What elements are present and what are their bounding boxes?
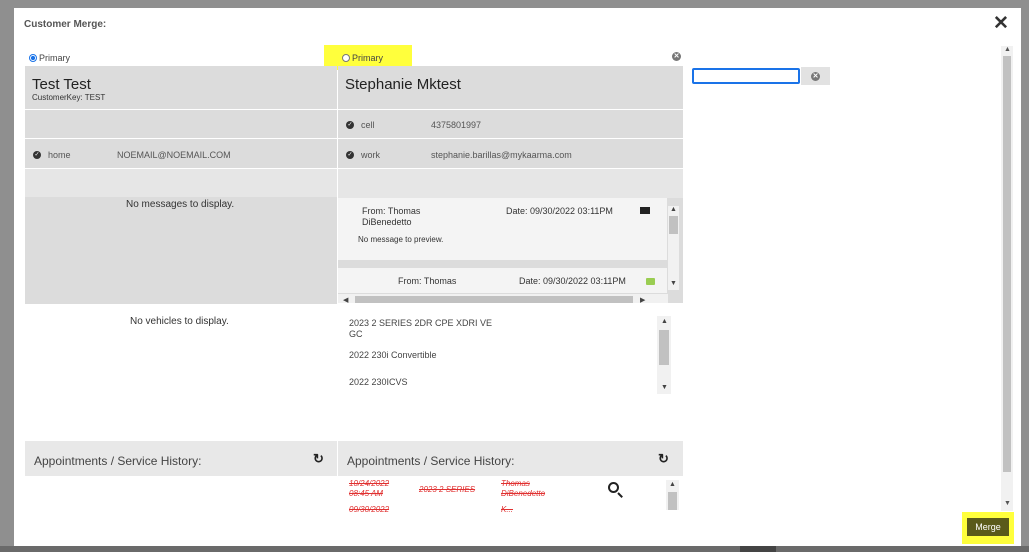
appointment-vehicle: 2023 2 SERIES bbox=[419, 485, 476, 494]
scroll-up-arrow-icon[interactable]: ▲ bbox=[669, 481, 676, 488]
right-customer-name: Stephanie Mktest bbox=[345, 76, 461, 93]
scroll-up-arrow-icon[interactable]: ▲ bbox=[670, 206, 677, 213]
contact-value: 4375801997 bbox=[431, 120, 482, 130]
left-appointments-header: Appointments / Service History: ↻ bbox=[25, 441, 337, 476]
radio-checked-icon[interactable] bbox=[29, 54, 37, 62]
right-messages-panel[interactable]: From: Thomas DiBenedetto Date: 09/30/202… bbox=[338, 198, 683, 303]
left-name-cell: Test Test CustomerKey: TEST bbox=[25, 66, 337, 109]
modal-title: Customer Merge: bbox=[24, 19, 107, 30]
refresh-icon[interactable]: ↻ bbox=[313, 451, 324, 467]
right-primary-label: Primary bbox=[352, 53, 383, 63]
appointments-title: Appointments / Service History: bbox=[34, 454, 202, 468]
contact-value: stephanie.barillas@mykaarma.com bbox=[431, 150, 572, 160]
scroll-down-arrow-icon[interactable]: ▼ bbox=[1004, 500, 1011, 507]
scroll-thumb[interactable] bbox=[668, 492, 677, 510]
check-icon: ✓ bbox=[33, 151, 41, 159]
appointment-date: 10/24/2022 08:45 AM bbox=[349, 479, 390, 498]
appointment-advisor: Thomas DiBenedetto bbox=[501, 479, 546, 498]
scroll-thumb[interactable] bbox=[355, 296, 633, 303]
modal-scrollbar[interactable]: ▲ ▼ bbox=[1001, 46, 1013, 511]
right-messages-header bbox=[338, 169, 683, 198]
customer-merge-modal: Customer Merge: ✕ Primary Primary ✕ Test… bbox=[14, 8, 1021, 546]
appointment-date: 09/30/2022 bbox=[349, 505, 390, 514]
messages-vscrollbar[interactable]: ▲ ▼ bbox=[668, 206, 679, 290]
contact-type: cell bbox=[361, 120, 375, 130]
scroll-left-arrow-icon[interactable]: ◀ bbox=[343, 296, 348, 303]
check-icon: ✓ bbox=[346, 151, 354, 159]
check-icon: ✓ bbox=[346, 121, 354, 129]
message-item[interactable]: From: Thomas Date: 09/30/2022 03:11PM bbox=[338, 268, 667, 293]
right-name-cell: Stephanie Mktest bbox=[338, 66, 683, 109]
left-customer-key: CustomerKey: TEST bbox=[32, 93, 106, 102]
left-messages-header bbox=[25, 169, 337, 197]
message-from: From: Thomas DiBenedetto bbox=[362, 206, 421, 227]
search-icon[interactable] bbox=[608, 482, 619, 493]
backdrop-bar bbox=[740, 546, 776, 552]
envelope-icon bbox=[640, 207, 650, 214]
appointments-title: Appointments / Service History: bbox=[347, 454, 515, 468]
contact-type: home bbox=[48, 150, 71, 160]
left-primary-label: Primary bbox=[39, 53, 70, 63]
appointments-vscrollbar[interactable]: ▲ bbox=[666, 480, 679, 510]
vehicles-vscrollbar[interactable]: ▲ ▼ bbox=[657, 316, 671, 394]
customer-search-input[interactable] bbox=[692, 68, 800, 84]
message-date: Date: 09/30/2022 03:11PM bbox=[506, 206, 613, 216]
right-appointments-header: Appointments / Service History: ↻ bbox=[338, 441, 683, 476]
vehicle-item[interactable]: 2022 230ICVS bbox=[349, 377, 408, 388]
contact-type: work bbox=[361, 150, 381, 160]
refresh-icon[interactable]: ↻ bbox=[658, 451, 669, 467]
left-contact-empty bbox=[25, 110, 337, 138]
right-contact-cell: ✓ cell 4375801997 bbox=[338, 110, 683, 138]
vehicle-item[interactable]: 2022 230i Convertible bbox=[349, 350, 437, 361]
merge-button[interactable]: Merge bbox=[967, 518, 1009, 536]
no-messages-text: No messages to display. bbox=[126, 199, 235, 210]
scroll-thumb[interactable] bbox=[1003, 56, 1011, 472]
left-contact-cell: ✓ home NOEMAIL@NOEMAIL.COM bbox=[25, 139, 337, 168]
scroll-thumb[interactable] bbox=[659, 330, 669, 365]
clear-icon[interactable]: ✕ bbox=[811, 72, 820, 81]
messages-hscrollbar[interactable]: ◀ ▶ bbox=[338, 294, 668, 303]
message-from: From: Thomas bbox=[398, 276, 457, 286]
scroll-right-arrow-icon[interactable]: ▶ bbox=[640, 296, 645, 303]
scroll-down-arrow-icon[interactable]: ▼ bbox=[661, 384, 668, 391]
appointment-advisor: K... bbox=[501, 505, 514, 514]
right-contact-cell: ✓ work stephanie.barillas@mykaarma.com bbox=[338, 139, 683, 168]
scroll-down-arrow-icon[interactable]: ▼ bbox=[670, 280, 677, 287]
message-preview: No message to preview. bbox=[358, 235, 444, 244]
vehicles-list: 2023 2 SERIES 2DR CPE XDRI VE GC 2022 23… bbox=[338, 312, 678, 404]
scroll-thumb[interactable] bbox=[669, 216, 678, 234]
message-item[interactable]: From: Thomas DiBenedetto Date: 09/30/202… bbox=[338, 198, 667, 260]
message-date: Date: 09/30/2022 03:11PM bbox=[519, 276, 626, 286]
clear-search-button[interactable]: ✕ bbox=[801, 67, 830, 85]
chat-icon bbox=[646, 278, 655, 285]
left-primary-radio[interactable]: Primary bbox=[29, 53, 70, 63]
remove-column-icon[interactable]: ✕ bbox=[672, 52, 681, 61]
backdrop bbox=[0, 546, 1029, 552]
vehicle-item[interactable]: 2023 2 SERIES 2DR CPE XDRI VE GC bbox=[349, 318, 499, 340]
scroll-up-arrow-icon[interactable]: ▲ bbox=[661, 318, 668, 325]
scroll-up-arrow-icon[interactable]: ▲ bbox=[1004, 46, 1011, 53]
right-primary-radio[interactable]: Primary bbox=[342, 53, 383, 63]
contact-value: NOEMAIL@NOEMAIL.COM bbox=[117, 150, 231, 160]
close-icon[interactable]: ✕ bbox=[993, 14, 1009, 34]
radio-unchecked-icon[interactable] bbox=[342, 54, 350, 62]
left-customer-name: Test Test bbox=[32, 76, 91, 93]
left-messages-cell: No messages to display. bbox=[25, 169, 337, 304]
no-vehicles-text: No vehicles to display. bbox=[130, 316, 229, 327]
